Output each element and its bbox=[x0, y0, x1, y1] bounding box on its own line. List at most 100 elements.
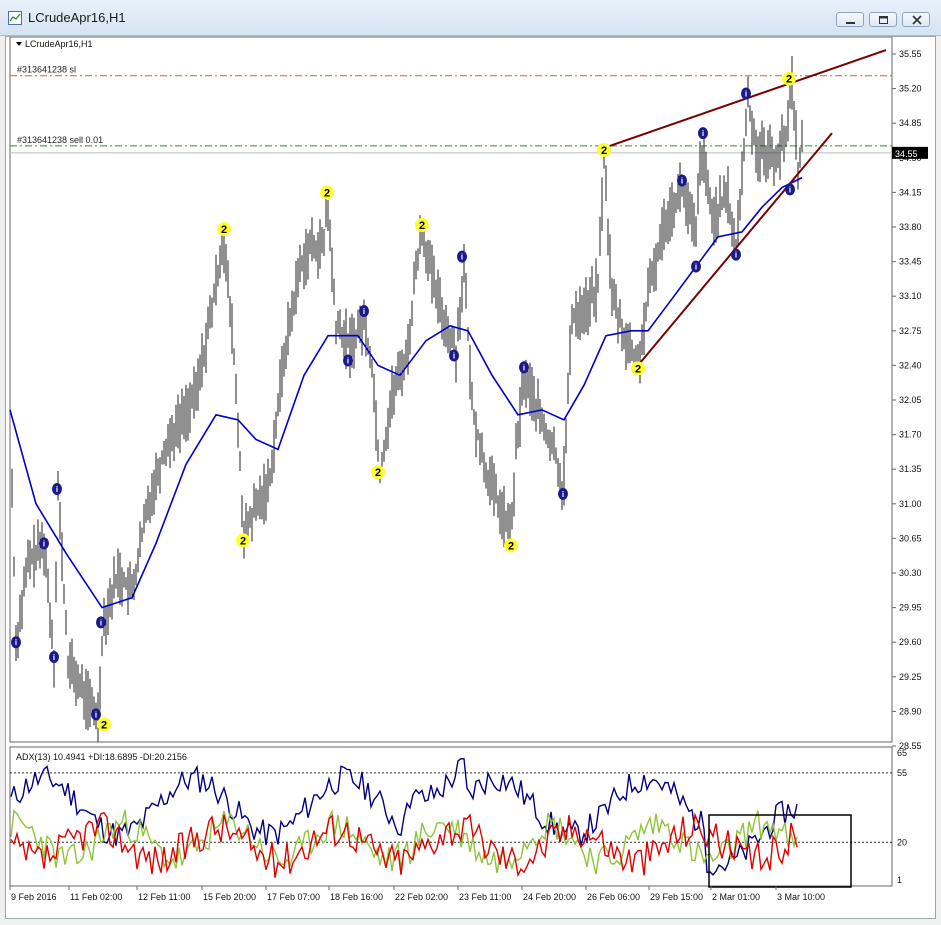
price-axis-label: 35.20 bbox=[899, 84, 922, 94]
chart-window-icon bbox=[8, 11, 22, 25]
time-axis-label: 29 Feb 15:00 bbox=[650, 892, 703, 902]
wave-label-blue: i bbox=[96, 616, 106, 629]
wave-label-text: i bbox=[461, 253, 463, 262]
window-title: LCrudeApr16,H1 bbox=[28, 10, 126, 25]
wave-label-blue: i bbox=[91, 708, 101, 721]
time-axis-label: 18 Feb 16:00 bbox=[330, 892, 383, 902]
close-button[interactable] bbox=[902, 12, 930, 27]
price-axis-label: 31.00 bbox=[899, 499, 922, 509]
sell-order-label: #313641238 sell 0.01 bbox=[17, 135, 103, 145]
price-axis-label: 35.55 bbox=[899, 49, 922, 59]
wave-label-text: i bbox=[562, 490, 564, 499]
wave-label-text: i bbox=[681, 177, 683, 186]
wave-label-blue: i bbox=[785, 183, 795, 196]
indicator-level-label: 20 bbox=[897, 837, 907, 847]
wave-label-text: i bbox=[789, 185, 791, 194]
wave-label-blue: i bbox=[343, 354, 353, 367]
price-axis-label: 32.75 bbox=[899, 326, 922, 336]
wave-label-yellow: 2 bbox=[631, 361, 645, 376]
price-axis-label: 34.15 bbox=[899, 187, 922, 197]
wave-label-blue: i bbox=[677, 174, 687, 187]
wave-label-blue: i bbox=[741, 87, 751, 100]
chart-symbol-label: LCrudeApr16,H1 bbox=[25, 39, 93, 49]
price-axis-label: 30.30 bbox=[899, 568, 922, 578]
wave-label-yellow: 2 bbox=[597, 142, 611, 157]
wave-label-text: i bbox=[100, 618, 102, 627]
time-axis-label: 12 Feb 11:00 bbox=[138, 892, 190, 902]
wave-label-text: i bbox=[695, 263, 697, 272]
indicator-level-label: 1 bbox=[897, 875, 902, 885]
wave-label-text: 2 bbox=[221, 224, 227, 236]
time-axis-label: 26 Feb 06:00 bbox=[587, 892, 640, 902]
wave-label-text: i bbox=[453, 352, 455, 361]
wave-label-yellow: 2 bbox=[782, 71, 796, 86]
price-axis-label: 28.55 bbox=[899, 741, 922, 751]
wave-label-text: 2 bbox=[240, 535, 246, 547]
wave-label-blue: i bbox=[52, 482, 62, 495]
wave-label-text: 2 bbox=[324, 187, 330, 199]
wave-label-text: 2 bbox=[786, 74, 792, 86]
price-chart[interactable]: #313641238 sl #313641238 sell 0.01 LCrudeA… bbox=[6, 36, 935, 918]
time-axis-label: 24 Feb 20:00 bbox=[523, 892, 576, 902]
restore-icon bbox=[879, 16, 888, 24]
wave-label-text: i bbox=[735, 251, 737, 260]
price-axis-label: 29.25 bbox=[899, 672, 922, 682]
wave-label-blue: i bbox=[449, 349, 459, 362]
wave-label-text: i bbox=[53, 653, 55, 662]
wave-label-text: i bbox=[523, 363, 525, 372]
wave-label-blue: i bbox=[11, 636, 21, 649]
maximize-button[interactable] bbox=[869, 12, 897, 27]
wave-label-yellow: 2 bbox=[504, 538, 518, 553]
minimize-button[interactable] bbox=[836, 12, 864, 27]
wave-label-yellow: 2 bbox=[320, 185, 334, 200]
time-axis-label: 2 Mar 01:00 bbox=[712, 892, 760, 902]
wave-label-yellow: 2 bbox=[217, 221, 231, 236]
price-axis-label: 33.80 bbox=[899, 222, 922, 232]
time-axis-label: 9 Feb 2016 bbox=[11, 892, 57, 902]
price-axis-label: 34.85 bbox=[899, 118, 922, 128]
indicator-level-label: 55 bbox=[897, 768, 907, 778]
time-axis-label: 17 Feb 07:00 bbox=[267, 892, 320, 902]
price-axis-label: 31.35 bbox=[899, 464, 922, 474]
wave-label-text: 2 bbox=[601, 145, 607, 157]
wave-label-text: 2 bbox=[635, 363, 641, 375]
wave-label-yellow: 2 bbox=[97, 717, 111, 732]
wave-label-text: i bbox=[702, 129, 704, 138]
price-axis-label: 33.45 bbox=[899, 257, 922, 267]
wave-label-text: i bbox=[95, 710, 97, 719]
wave-label-blue: i bbox=[558, 487, 568, 500]
minimize-icon bbox=[846, 22, 855, 24]
wave-label-text: 2 bbox=[375, 467, 381, 479]
wave-label-text: 2 bbox=[419, 220, 425, 232]
wave-label-blue: i bbox=[49, 651, 59, 664]
price-axis-label: 29.95 bbox=[899, 603, 922, 613]
wave-label-text: i bbox=[56, 485, 58, 494]
time-axis-label: 22 Feb 02:00 bbox=[395, 892, 448, 902]
wave-label-text: i bbox=[15, 638, 17, 647]
price-axis-label: 33.10 bbox=[899, 291, 922, 301]
price-axis-label: 28.90 bbox=[899, 706, 922, 716]
price-axis-label: 29.60 bbox=[899, 637, 922, 647]
time-axis-label: 3 Mar 10:00 bbox=[777, 892, 825, 902]
close-icon bbox=[912, 15, 922, 25]
wave-label-text: i bbox=[745, 90, 747, 99]
wave-label-text: i bbox=[347, 356, 349, 365]
chart-window: #313641238 sl #313641238 sell 0.01 LCrudeA… bbox=[5, 36, 936, 919]
price-axis-label: 32.05 bbox=[899, 395, 922, 405]
wave-label-yellow: 2 bbox=[236, 533, 250, 548]
time-axis-label: 11 Feb 02:00 bbox=[70, 892, 122, 902]
price-axis-label: 32.40 bbox=[899, 360, 922, 370]
wave-label-text: 2 bbox=[508, 540, 514, 552]
wave-label-yellow: 2 bbox=[415, 218, 429, 233]
price-axis-label: 31.70 bbox=[899, 430, 922, 440]
adx-indicator-label: ADX(13) 10.4941 +DI:18.6895 -DI:20.2156 bbox=[16, 752, 187, 762]
title-bar: LCrudeApr16,H1 bbox=[0, 0, 941, 36]
wave-label-blue: i bbox=[691, 260, 701, 273]
price-axis-label: 30.65 bbox=[899, 533, 922, 543]
wave-label-blue: i bbox=[519, 361, 529, 374]
stop-loss-label: #313641238 sl bbox=[17, 65, 76, 75]
time-axis-label: 23 Feb 11:00 bbox=[459, 892, 511, 902]
wave-label-blue: i bbox=[39, 537, 49, 550]
wave-label-blue: i bbox=[457, 250, 467, 263]
wave-label-blue: i bbox=[698, 127, 708, 140]
